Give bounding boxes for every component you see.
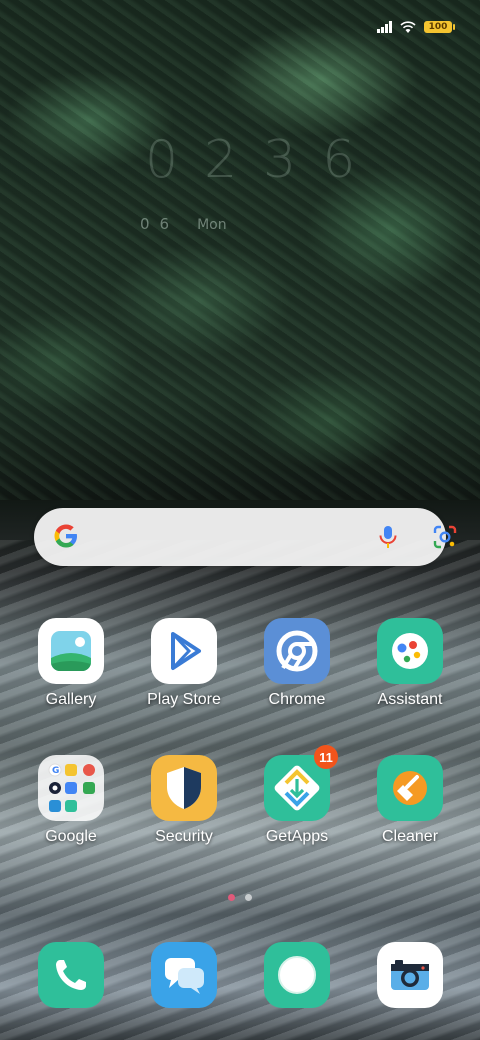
google-lens-icon[interactable] bbox=[432, 524, 458, 550]
clock-widget[interactable]: 0236 bbox=[145, 130, 355, 190]
date-widget: 06 Mon bbox=[140, 215, 227, 233]
app-cleaner[interactable]: Cleaner bbox=[360, 755, 460, 846]
app-label: GetApps bbox=[265, 828, 329, 845]
microphone-icon[interactable] bbox=[376, 524, 400, 550]
date-day-number: 06 bbox=[140, 215, 180, 233]
app-label: Play Store bbox=[147, 691, 221, 708]
app-label: Security bbox=[155, 828, 213, 845]
app-gallery[interactable]: Gallery bbox=[21, 618, 121, 709]
app-chrome[interactable]: Chrome bbox=[247, 618, 347, 709]
camera-icon[interactable] bbox=[377, 942, 443, 1008]
app-assistant[interactable]: Assistant bbox=[360, 618, 460, 709]
folder-icon: G bbox=[38, 755, 104, 821]
assistant-icon bbox=[377, 618, 443, 684]
status-bar: 100 bbox=[377, 18, 455, 36]
browser-icon[interactable] bbox=[264, 942, 330, 1008]
page-dot-active bbox=[228, 894, 235, 901]
getapps-icon: 11 bbox=[264, 745, 338, 821]
app-play-store[interactable]: Play Store bbox=[134, 618, 234, 709]
google-search-bar[interactable] bbox=[34, 508, 457, 566]
broom-icon bbox=[377, 755, 443, 821]
phone-icon[interactable] bbox=[38, 942, 104, 1008]
app-label: Google bbox=[45, 828, 97, 845]
app-label: Cleaner bbox=[381, 828, 439, 845]
chrome-icon bbox=[264, 618, 330, 684]
battery-icon: 100 bbox=[424, 21, 455, 33]
shield-icon bbox=[151, 755, 217, 821]
messages-icon[interactable] bbox=[151, 942, 217, 1008]
google-g-icon bbox=[54, 524, 77, 548]
app-label: Chrome bbox=[268, 691, 326, 708]
wallpaper-leaves bbox=[0, 0, 480, 500]
app-getapps[interactable]: 11 GetApps bbox=[247, 745, 347, 846]
page-dot bbox=[245, 894, 252, 901]
notification-badge: 11 bbox=[314, 745, 338, 769]
date-day-of-week: Mon bbox=[197, 217, 227, 233]
app-label: Gallery bbox=[45, 691, 97, 708]
app-security[interactable]: Security bbox=[134, 755, 234, 846]
svg-text:G: G bbox=[52, 766, 59, 776]
wifi-icon bbox=[400, 20, 416, 33]
app-folder-google[interactable]: G Google bbox=[21, 755, 121, 846]
page-indicator bbox=[228, 894, 252, 901]
app-label: Assistant bbox=[377, 691, 443, 708]
signal-icon bbox=[377, 21, 392, 33]
gallery-icon bbox=[38, 618, 104, 684]
play-store-icon bbox=[151, 618, 217, 684]
